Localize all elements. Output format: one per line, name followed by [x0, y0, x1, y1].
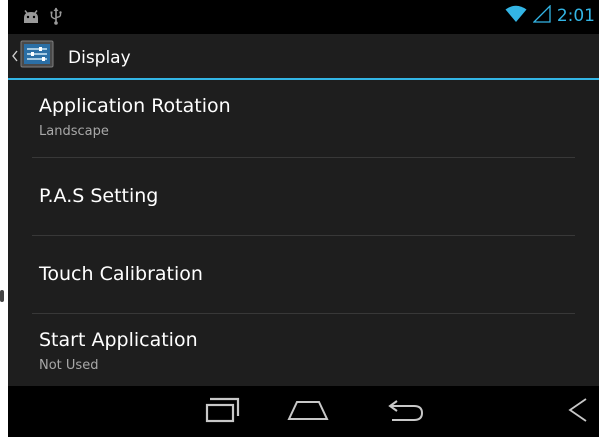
- android-debug-icon: [22, 9, 40, 28]
- setting-summary: Landscape: [39, 124, 109, 139]
- setting-application-rotation[interactable]: Application Rotation Landscape: [8, 80, 599, 158]
- setting-title: Touch Calibration: [39, 263, 203, 285]
- action-bar: Display: [8, 34, 599, 80]
- signal-icon: [532, 4, 551, 27]
- recent-apps-icon: [205, 397, 243, 427]
- home-icon: [287, 399, 329, 425]
- wifi-icon: [505, 5, 527, 27]
- page-title: Display: [68, 48, 131, 68]
- setting-pas[interactable]: P.A.S Setting: [8, 158, 599, 236]
- usb-icon: [50, 7, 62, 29]
- setting-title: Start Application: [39, 329, 198, 351]
- setting-start-application[interactable]: Start Application Not Used: [8, 314, 599, 392]
- back-icon: [386, 397, 426, 427]
- clock: 2:01: [556, 6, 595, 26]
- status-bar: 2:01: [8, 0, 599, 34]
- display-settings-icon: [20, 39, 54, 73]
- setting-summary: Not Used: [39, 358, 99, 373]
- android-screen: 2:01 Display Application Rotation Landsc…: [8, 0, 599, 437]
- recent-apps-button[interactable]: [196, 386, 252, 437]
- menu-triangle-icon: [568, 397, 588, 427]
- setting-title: P.A.S Setting: [39, 185, 159, 207]
- back-button[interactable]: [378, 386, 434, 437]
- system-status: 2:01: [505, 4, 595, 27]
- screen-edge-marker: [0, 290, 4, 302]
- chevron-left-icon: [12, 47, 18, 66]
- setting-title: Application Rotation: [39, 95, 231, 117]
- up-navigation-button[interactable]: [8, 34, 73, 78]
- home-button[interactable]: [280, 386, 336, 437]
- notification-icons: [22, 7, 62, 29]
- setting-touch-calibration[interactable]: Touch Calibration: [8, 236, 599, 314]
- menu-button[interactable]: [561, 386, 595, 437]
- settings-list: Application Rotation Landscape P.A.S Set…: [8, 80, 599, 386]
- navigation-bar: [8, 386, 599, 437]
